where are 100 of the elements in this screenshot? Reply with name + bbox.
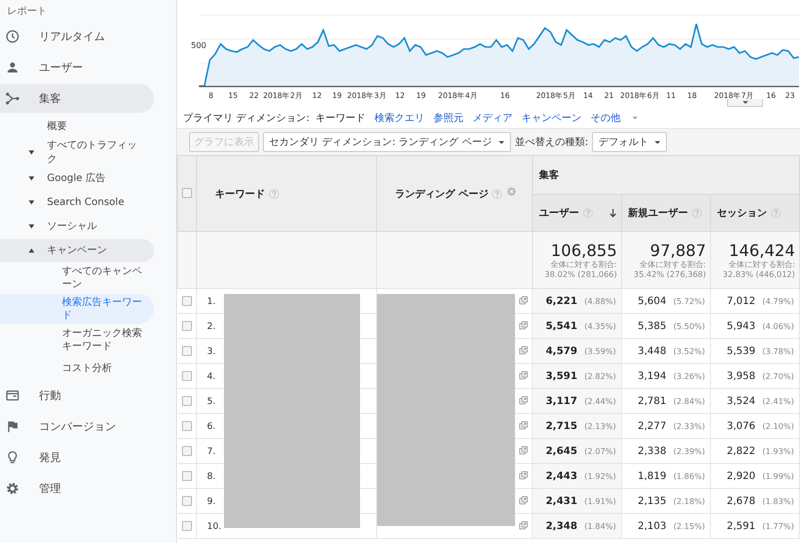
metric-value: 4,579 — [546, 346, 578, 356]
metric-share: (1.91%) — [584, 496, 616, 506]
metric-value: 2,920 — [726, 470, 756, 482]
remove-icon[interactable] — [507, 186, 516, 196]
secondary-dimension-dropdown[interactable]: セカンダリ ディメンション: ランディング ページ — [263, 132, 511, 152]
dimension-link[interactable]: その他 — [590, 111, 621, 125]
metric-value: 2,715 — [546, 420, 578, 432]
nav-leaf[interactable]: オーガニック検索キーワード — [0, 325, 154, 355]
metric-share: (2.33%) — [673, 422, 705, 430]
total-value: 146,424 — [728, 241, 796, 260]
metric-share: (5.50%) — [673, 322, 705, 330]
popout-icon[interactable] — [519, 371, 528, 380]
row-index: 1. — [206, 296, 216, 306]
nav-leaf[interactable]: すべてのキャンペーン — [0, 263, 154, 293]
row-checkbox[interactable] — [182, 520, 192, 531]
sort-type-dropdown[interactable]: デフォルト — [592, 132, 668, 152]
metric-share: (3.52%) — [673, 346, 705, 356]
nav-item[interactable]: 管理 — [0, 474, 154, 503]
person-icon — [5, 60, 20, 75]
metric-value: 2,348 — [546, 520, 578, 532]
metric-share: (1.83%) — [762, 496, 794, 506]
metric-share: (2.15%) — [673, 522, 705, 530]
metric-share: (2.84%) — [673, 396, 705, 406]
metric-value: 2,431 — [546, 496, 578, 506]
row-index: 5. — [206, 396, 216, 406]
row-checkbox[interactable] — [182, 370, 192, 381]
window-icon — [5, 388, 20, 403]
metric-value: 2,678 — [726, 496, 756, 506]
popout-icon[interactable] — [519, 446, 528, 456]
row-checkbox[interactable] — [182, 420, 192, 431]
nav-subitem[interactable]: キャンペーン — [0, 239, 154, 262]
total-caption: 全体に対する割合: — [638, 260, 706, 270]
metric-share: (2.44%) — [584, 396, 616, 406]
nav-item[interactable]: 行動 — [0, 381, 154, 410]
metric-value: 5,943 — [726, 320, 756, 332]
popout-icon[interactable] — [519, 421, 528, 430]
gear-icon — [5, 481, 20, 496]
nav-subitem[interactable]: すべてのトラフィック — [0, 139, 154, 166]
sort-arrow-icon[interactable] — [609, 208, 617, 218]
nav-leaf[interactable]: 検索広告キーワード — [0, 294, 154, 324]
row-checkbox[interactable] — [182, 296, 192, 306]
nav-item[interactable]: コンバージョン — [0, 412, 154, 441]
nav-subitem[interactable]: 概要 — [0, 115, 154, 138]
help-icon[interactable] — [771, 208, 781, 218]
row-checkbox[interactable] — [182, 396, 192, 406]
popout-icon[interactable] — [519, 521, 528, 530]
metric-value: 2,338 — [638, 446, 666, 456]
clock-icon — [5, 29, 20, 44]
dimension-link[interactable]: キーワード — [316, 111, 366, 125]
help-icon[interactable] — [492, 188, 502, 199]
dimension-label: プライマリ ディメンション: — [183, 112, 310, 125]
nav-leaf[interactable]: コスト分析 — [0, 356, 154, 380]
column-header[interactable]: キーワード — [215, 188, 265, 200]
dimension-link[interactable]: 参照元 — [434, 111, 464, 125]
dimension-link[interactable]: 検索クエリ — [374, 111, 425, 125]
select-all-checkbox[interactable] — [182, 188, 192, 198]
popout-icon[interactable] — [519, 396, 528, 406]
metric-share: (2.18%) — [673, 496, 705, 506]
help-icon[interactable] — [583, 208, 593, 218]
popout-icon[interactable] — [519, 471, 528, 480]
row-checkbox[interactable] — [182, 346, 192, 356]
popout-icon[interactable] — [519, 296, 528, 306]
nav-subitem[interactable]: Google 広告 — [0, 167, 154, 190]
row-checkbox[interactable] — [182, 470, 192, 481]
row-index: 2. — [206, 322, 216, 332]
metric-value: 2,781 — [638, 396, 666, 406]
flag-icon — [5, 419, 20, 434]
popout-icon[interactable] — [519, 321, 528, 330]
metric-value: 2,135 — [638, 496, 666, 506]
chart-toggle-button[interactable] — [727, 99, 763, 107]
nav-item[interactable]: ユーザー — [0, 53, 154, 82]
popout-icon[interactable] — [519, 346, 528, 356]
metric-value: 5,604 — [638, 296, 666, 306]
total-value: 106,855 — [550, 241, 617, 260]
nav-subitem[interactable]: ソーシャル — [0, 215, 154, 238]
column-header[interactable]: ユーザー — [539, 206, 579, 220]
nav-item[interactable]: リアルタイム — [0, 22, 154, 51]
total-caption: 全体に対する割合: — [727, 260, 796, 270]
dimension-link[interactable]: メディア — [472, 111, 513, 125]
nav-item[interactable]: 発見 — [0, 443, 154, 472]
row-checkbox[interactable] — [182, 446, 192, 456]
metric-value: 6,221 — [546, 296, 578, 306]
row-checkbox[interactable] — [182, 320, 192, 331]
help-icon[interactable] — [692, 208, 702, 218]
metric-value: 3,591 — [546, 370, 578, 382]
metric-share: (1.77%) — [762, 522, 794, 530]
dimension-link[interactable]: キャンペーン — [522, 111, 582, 125]
row-checkbox[interactable] — [182, 496, 192, 506]
metric-value: 3,958 — [726, 370, 756, 382]
column-header[interactable]: ランディング ページ — [395, 188, 488, 200]
row-index: 4. — [206, 372, 216, 382]
metric-share: (2.82%) — [584, 372, 616, 380]
metric-share: (1.86%) — [673, 472, 705, 480]
help-icon[interactable] — [269, 188, 279, 199]
triangle-down-icon — [28, 199, 35, 206]
popout-icon[interactable] — [519, 496, 528, 506]
metric-value: 3,194 — [638, 370, 666, 382]
nav-item[interactable]: 集客 — [0, 84, 154, 113]
nav-subitem[interactable]: Search Console — [0, 191, 154, 214]
metric-share: (1.93%) — [762, 446, 794, 456]
